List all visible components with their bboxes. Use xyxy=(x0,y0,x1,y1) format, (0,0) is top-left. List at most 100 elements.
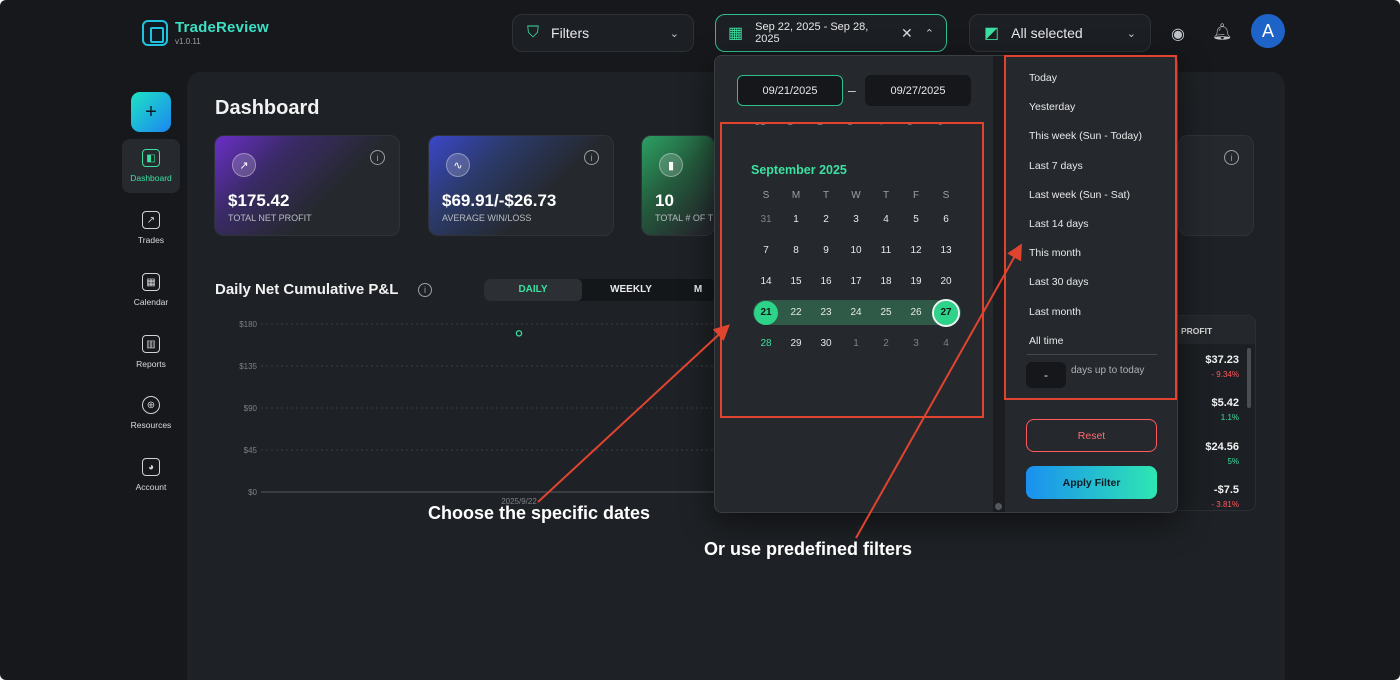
calendar-day[interactable]: 4 xyxy=(871,214,901,225)
filters-label: Filters xyxy=(551,25,590,41)
calendar-day[interactable]: 10 xyxy=(841,245,871,256)
info-icon[interactable]: i xyxy=(1224,150,1239,165)
selected-day[interactable]: 21 xyxy=(754,300,778,325)
calendar-day[interactable]: 2 xyxy=(871,338,901,349)
calendar-day[interactable]: 1 xyxy=(781,214,811,225)
calendar-day[interactable]: 15 xyxy=(781,276,811,287)
tab-daily[interactable]: DAILY xyxy=(484,279,582,301)
days-input[interactable]: - xyxy=(1026,362,1066,388)
calendar-day[interactable]: 24 xyxy=(841,307,871,318)
table-scrollbar[interactable] xyxy=(1247,348,1251,408)
app-name: TradeReview xyxy=(175,19,269,36)
preset-option[interactable]: Last month xyxy=(1029,306,1081,318)
calendar-day[interactable]: 31 xyxy=(745,122,775,130)
preset-option[interactable]: Last 14 days xyxy=(1029,218,1089,230)
calendar-day[interactable]: 22 xyxy=(781,307,811,318)
calendar-day[interactable]: 29 xyxy=(781,338,811,349)
calendar-day[interactable]: 14 xyxy=(751,276,781,287)
calendar-day[interactable]: 3 xyxy=(841,214,871,225)
preset-option[interactable]: Today xyxy=(1029,72,1057,84)
calendar-day[interactable]: 19 xyxy=(901,276,931,287)
end-date-input[interactable]: 09/27/2025 xyxy=(865,75,971,106)
info-icon[interactable]: i xyxy=(584,150,599,165)
table-row[interactable]: $37.23 - 9.34% xyxy=(1205,354,1239,379)
calendar-day[interactable]: 5 xyxy=(895,122,925,130)
calendar-day[interactable]: 30 xyxy=(811,338,841,349)
calendar-day[interactable]: 7 xyxy=(751,245,781,256)
info-icon[interactable]: i xyxy=(370,150,385,165)
sidebar-item-dashboard[interactable]: ◧ Dashboard xyxy=(122,139,180,193)
calendar-day[interactable]: 17 xyxy=(841,276,871,287)
sidebar-item-label: Calendar xyxy=(133,297,169,307)
date-range-dropdown[interactable]: ▦ Sep 22, 2025 - Sep 28, 2025 ✕ ⌃ xyxy=(715,14,947,52)
selected-day[interactable]: 27 xyxy=(932,298,960,327)
preset-option[interactable]: Yesterday xyxy=(1029,101,1075,113)
preset-option[interactable]: This month xyxy=(1029,247,1081,259)
avatar[interactable]: A xyxy=(1251,14,1285,48)
app-window: TradeReview v1.0.11 ⛉ Filters ⌄ ▦ Sep 22… xyxy=(0,0,1400,680)
tab-weekly[interactable]: WEEKLY xyxy=(582,279,680,301)
calendar-day[interactable]: 2 xyxy=(805,122,835,130)
calendar-day[interactable]: 3 xyxy=(901,338,931,349)
calendar-day[interactable]: 3 xyxy=(835,122,865,130)
calendar-day[interactable]: 1 xyxy=(775,122,805,130)
sidebar-item-reports[interactable]: ▥ Reports xyxy=(122,325,180,379)
sidebar-item-label: Resources xyxy=(130,420,172,430)
calendar-day[interactable]: 27 xyxy=(931,298,961,327)
calendar-day[interactable]: 6 xyxy=(931,214,961,225)
table-row[interactable]: $5.42 1.1% xyxy=(1211,397,1239,422)
data-point[interactable] xyxy=(515,330,523,337)
info-icon[interactable]: i xyxy=(418,283,432,297)
new-trade-button[interactable]: + xyxy=(131,92,171,132)
preset-option[interactable]: Last week (Sun - Sat) xyxy=(1029,189,1130,201)
preset-option[interactable]: Last 7 days xyxy=(1029,160,1083,172)
clear-date-icon[interactable]: ✕ xyxy=(901,25,913,42)
calendar-day[interactable]: 28 xyxy=(751,338,781,349)
sidebar-item-calendar[interactable]: ▦ Calendar xyxy=(122,263,180,317)
table-row[interactable]: $24.56 5% xyxy=(1205,441,1239,466)
calendar-day[interactable]: 4 xyxy=(865,122,895,130)
calendar-day[interactable]: 6 xyxy=(925,122,955,130)
bell-icon[interactable]: 🔔︎ xyxy=(1212,22,1232,42)
tab-monthly[interactable]: M xyxy=(680,279,716,301)
preset-option[interactable]: This week (Sun - Today) xyxy=(1029,130,1142,142)
chart-title: Daily Net Cumulative P&L xyxy=(215,281,399,298)
eye-icon[interactable]: ◉ xyxy=(1171,24,1185,44)
app-logo[interactable]: TradeReview v1.0.11 xyxy=(142,19,269,46)
calendar-week: 28 29 30 1 2 3 4 xyxy=(751,328,991,359)
calendar-day[interactable]: 8 xyxy=(781,245,811,256)
calendar-day[interactable]: 25 xyxy=(871,307,901,318)
calendar-day[interactable]: 20 xyxy=(931,276,961,287)
reports-icon: ▥ xyxy=(142,335,160,353)
calendar-day[interactable]: 2 xyxy=(811,214,841,225)
preset-option[interactable]: All time xyxy=(1029,335,1063,347)
weekday-header: W xyxy=(851,189,861,201)
weekday-header: F xyxy=(912,189,920,201)
sidebar-item-label: Account xyxy=(135,482,167,492)
apply-filter-button[interactable]: Apply Filter xyxy=(1026,466,1157,499)
calendar-day[interactable]: 5 xyxy=(901,214,931,225)
calendar-day[interactable]: 16 xyxy=(811,276,841,287)
calendar-day[interactable]: 21 xyxy=(751,300,781,325)
pnl-chart: $180$135$90$45$02025/9/22 xyxy=(239,320,715,506)
sidebar-item-trades[interactable]: ↗ Trades xyxy=(122,201,180,255)
table-row[interactable]: -$7.5 - 3.81% xyxy=(1211,484,1239,509)
calendar-day[interactable]: 26 xyxy=(901,307,931,318)
calendar-day[interactable]: 1 xyxy=(841,338,871,349)
preset-option[interactable]: Last 30 days xyxy=(1029,276,1089,288)
trades-table: PROFIT $37.23 - 9.34% $5.42 1.1% $24.56 … xyxy=(1170,315,1256,511)
reset-button[interactable]: Reset xyxy=(1026,419,1157,452)
accounts-dropdown[interactable]: ◩ All selected ⌄ xyxy=(969,14,1151,52)
calendar-day[interactable]: 4 xyxy=(931,338,961,349)
sidebar-item-resources[interactable]: ⊕ Resources xyxy=(122,386,180,440)
calendar-day[interactable]: 13 xyxy=(931,245,961,256)
sidebar-item-account[interactable]: ◕ Account xyxy=(122,448,180,502)
calendar-day[interactable]: 31 xyxy=(751,214,781,225)
start-date-input[interactable]: 09/21/2025 xyxy=(737,75,843,106)
calendar-day[interactable]: 11 xyxy=(871,245,901,256)
calendar-day[interactable]: 18 xyxy=(871,276,901,287)
filters-dropdown[interactable]: ⛉ Filters ⌄ xyxy=(512,14,694,52)
calendar-day[interactable]: 12 xyxy=(901,245,931,256)
calendar-day[interactable]: 9 xyxy=(811,245,841,256)
calendar-day[interactable]: 23 xyxy=(811,307,841,318)
